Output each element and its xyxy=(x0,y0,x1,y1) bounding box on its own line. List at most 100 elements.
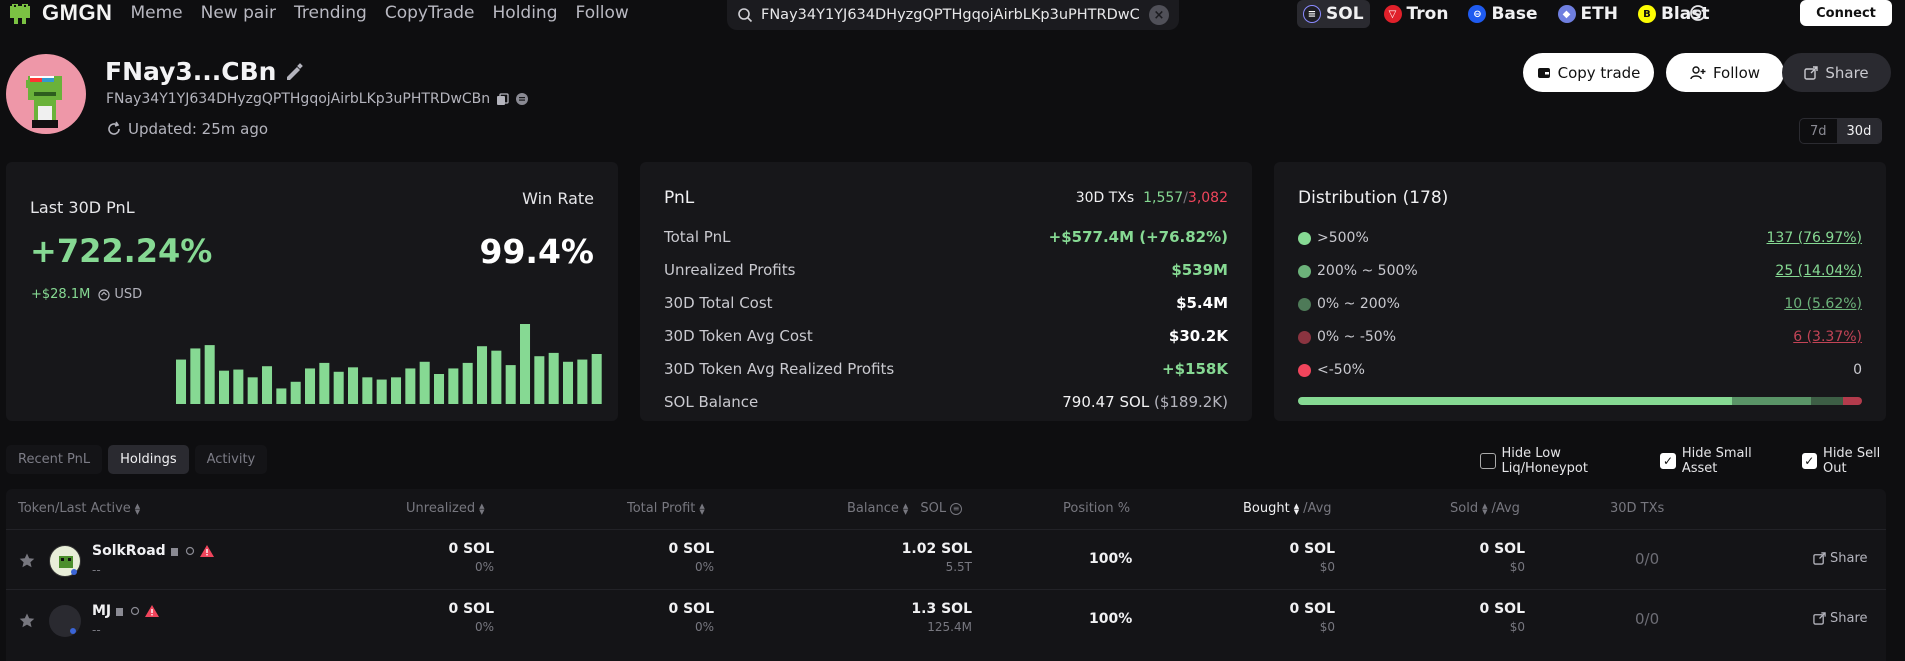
share-button[interactable]: Share xyxy=(1782,53,1891,92)
sold-avg: $0 xyxy=(1509,560,1525,574)
chain-tron-label: Tron xyxy=(1406,4,1449,24)
col-total-profit[interactable]: Total Profit ▲ ▼ xyxy=(627,501,705,516)
col-balance[interactable]: Balance ▲ ▼ SOL ≡ xyxy=(847,501,963,516)
daily-pnl-bar-chart xyxy=(176,324,602,404)
distribution-value[interactable]: 25 (14.04%) xyxy=(1775,263,1862,279)
distribution-value[interactable]: 137 (76.97%) xyxy=(1767,230,1862,246)
share-label: Share xyxy=(1825,63,1869,82)
col-bought[interactable]: Bought ▲ ▼/Avg xyxy=(1243,501,1332,516)
refresh-icon[interactable] xyxy=(106,121,122,137)
copy-icon[interactable] xyxy=(170,546,181,557)
edit-pencil-icon[interactable] xyxy=(284,62,304,82)
token-name-text[interactable]: SolkRoad xyxy=(92,543,166,559)
chain-sol[interactable]: ≡ SOL xyxy=(1297,0,1370,28)
chain-base[interactable]: ⊖ Base xyxy=(1462,0,1543,28)
balance-amount: 125.4M xyxy=(927,620,972,634)
row-share-button[interactable]: Share xyxy=(1813,551,1868,566)
sold-value: 0 SOL xyxy=(1479,601,1525,617)
col-sold[interactable]: Sold ▲ ▼/Avg xyxy=(1450,501,1520,516)
period-7d[interactable]: 7d xyxy=(1800,119,1837,143)
tab-holdings[interactable]: Holdings xyxy=(108,445,189,474)
filter-hide-low-liq[interactable]: Hide Low Liq/Honeypot xyxy=(1480,446,1646,476)
main-nav: Meme New pair Trending CopyTrade Holding… xyxy=(130,3,628,23)
usd-toggle[interactable]: USD xyxy=(98,287,142,302)
wallet-name: FNay3...CBn xyxy=(105,57,304,86)
pnl-summary-card: Last 30D PnL Win Rate +722.24% 99.4% +$2… xyxy=(6,162,618,421)
search-icon[interactable] xyxy=(130,606,141,617)
search-icon[interactable] xyxy=(185,546,196,557)
gmgn-logo[interactable]: GMGN xyxy=(6,0,112,26)
col-unrealized[interactable]: Unrealized ▲ ▼ xyxy=(406,501,484,516)
tab-activity[interactable]: Activity xyxy=(194,445,268,474)
star-icon[interactable] xyxy=(18,552,36,570)
pixel-frog-avatar-icon xyxy=(26,76,62,128)
pnl-bar xyxy=(290,381,301,404)
sold-value: 0 SOL xyxy=(1479,541,1525,557)
copy-icon[interactable] xyxy=(496,92,509,106)
connect-button[interactable]: Connect xyxy=(1800,0,1892,26)
chain-tron[interactable]: ▽ Tron xyxy=(1378,0,1455,28)
nav-meme[interactable]: Meme xyxy=(130,3,182,23)
nav-follow[interactable]: Follow xyxy=(576,3,629,23)
blast-icon: B xyxy=(1637,5,1656,23)
clear-search-icon[interactable]: × xyxy=(1149,5,1169,25)
bought-avg: $0 xyxy=(1319,560,1335,574)
table-row[interactable]: SolkRoad -- 0 SOL 0% 0 SOL 0% 1.02 SOL 5.5T… xyxy=(6,529,1886,589)
warning-icon xyxy=(199,545,214,557)
stat-value: $539M xyxy=(1171,261,1228,279)
stat-row: 30D Token Avg Cost $30.2K xyxy=(664,327,1228,347)
holdings-table: Token/Last Active ▲ ▼ Unrealized ▲ ▼ Total P… xyxy=(6,489,1886,661)
col-token[interactable]: Token/Last Active ▲ ▼ xyxy=(18,501,140,516)
token-name-text[interactable]: MJ xyxy=(92,603,111,619)
period-30d[interactable]: 30d xyxy=(1836,119,1882,143)
nav-new-pair[interactable]: New pair xyxy=(201,3,276,23)
tab-recent-pnl[interactable]: Recent PnL xyxy=(6,445,103,474)
distribution-value[interactable]: 6 (3.37%) xyxy=(1793,329,1862,345)
updated-status: Updated: 25m ago xyxy=(106,120,268,138)
nav-holding[interactable]: Holding xyxy=(493,3,558,23)
wallet-address: FNay34Y1YJ634DHyzgQPTHgqojAirbLKp3uPHTRD… xyxy=(106,91,529,107)
pnl-bar xyxy=(276,388,287,404)
updated-text: Updated: 25m ago xyxy=(128,120,269,138)
row-share-button[interactable]: Share xyxy=(1813,611,1868,626)
stat-key: 30D Token Avg Realized Profits xyxy=(664,360,895,378)
unit-switch-icon[interactable]: ≡ xyxy=(950,502,963,515)
checkbox-checked-icon[interactable]: ✓ xyxy=(1660,453,1676,469)
table-row[interactable]: MJ -- 0 SOL 0% 0 SOL 0% 1.3 SOL 125.4M 100%… xyxy=(6,589,1886,649)
chain-eth[interactable]: ◆ ETH xyxy=(1552,0,1624,28)
distribution-row: 200% ~ 500% 25 (14.04%) xyxy=(1298,261,1862,281)
winrate-value: 99.4% xyxy=(479,232,595,271)
explorer-icon[interactable] xyxy=(515,92,529,106)
nav-copytrade[interactable]: CopyTrade xyxy=(385,3,475,23)
sort-icon: ▲ ▼ xyxy=(699,501,705,516)
distribution-value[interactable]: 10 (5.62%) xyxy=(1784,296,1862,312)
pnl-bar xyxy=(362,377,373,404)
nav-trending[interactable]: Trending xyxy=(294,3,367,23)
sold-cell: 0 SOL $0 xyxy=(1479,601,1525,634)
profit-pct: 0% xyxy=(694,560,714,574)
chain-sol-label: SOL xyxy=(1326,4,1364,24)
distribution-label: 200% ~ 500% xyxy=(1317,263,1418,279)
filter-hide-sell-out[interactable]: ✓ Hide Sell Out xyxy=(1801,446,1905,476)
pnl-bar xyxy=(219,370,230,404)
copy-icon[interactable] xyxy=(115,606,126,617)
profit-value: 0 SOL xyxy=(668,601,714,617)
checkbox-unchecked[interactable] xyxy=(1480,453,1496,469)
table-filters: Hide Low Liq/Honeypot ✓ Hide Small Asset … xyxy=(1480,446,1905,476)
col-txs-label: 30D TXs xyxy=(1610,501,1665,516)
copy-trade-label: Copy trade xyxy=(1557,63,1641,82)
distribution-segment xyxy=(1298,397,1733,405)
follow-button[interactable]: Follow xyxy=(1666,53,1784,92)
copy-trade-button[interactable]: Copy trade xyxy=(1523,53,1654,92)
distribution-segment xyxy=(1811,397,1843,405)
last-active: -- xyxy=(92,623,101,637)
search-input[interactable]: FNay34Y1YJ634DHyzgQPTHgqojAirbLKp3uPHTRD… xyxy=(727,0,1179,30)
pnl-bar xyxy=(319,362,330,404)
unrealized-pct: 0% xyxy=(474,620,494,634)
sol-icon: ≡ xyxy=(1303,5,1321,23)
checkbox-checked-icon[interactable]: ✓ xyxy=(1801,453,1818,469)
settings-gear-icon[interactable] xyxy=(1687,2,1709,24)
filter-hide-small-asset[interactable]: ✓ Hide Small Asset xyxy=(1660,446,1787,476)
bought-avg: $0 xyxy=(1319,620,1335,634)
star-icon[interactable] xyxy=(18,612,36,630)
